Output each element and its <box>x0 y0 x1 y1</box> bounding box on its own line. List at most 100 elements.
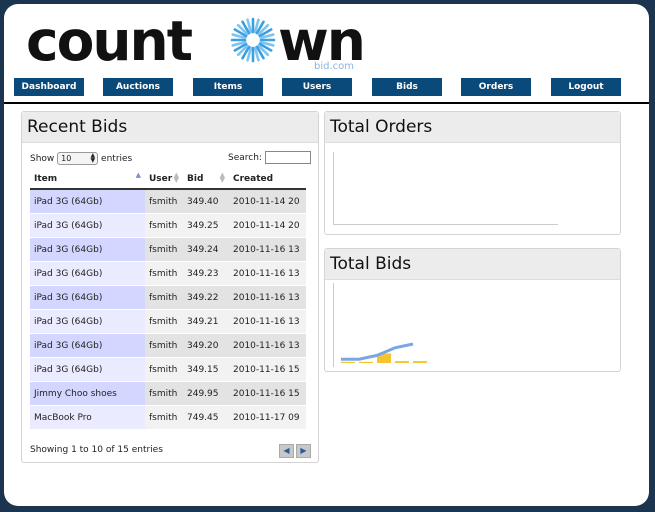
cell-bid: 349.20 <box>183 334 229 358</box>
next-page-button[interactable]: ▶ <box>296 444 311 458</box>
cell-bid: 349.40 <box>183 190 229 214</box>
total-orders-title: Total Orders <box>325 112 620 143</box>
table-row[interactable]: iPad 3G (64Gb) fsmith 349.15 2010-11-16 15 <box>30 358 306 382</box>
cell-bid: 349.15 <box>183 358 229 382</box>
nav-orders[interactable]: Orders <box>461 78 531 96</box>
bids-chart <box>333 283 427 367</box>
cell-created: 2010-11-14 20 <box>229 190 306 214</box>
column-label: User <box>149 174 173 184</box>
nav-auctions[interactable]: Auctions <box>103 78 173 96</box>
sort-icon: ▲ ▼ <box>219 171 225 184</box>
bids-line <box>341 342 414 361</box>
cell-created: 2010-11-16 15 <box>229 382 306 406</box>
column-header-user[interactable]: User ▲ ▼ <box>145 170 183 190</box>
column-label: Item <box>34 174 58 184</box>
cell-user: fsmith <box>145 238 183 262</box>
table-row[interactable]: iPad 3G (64Gb) fsmith 349.20 2010-11-16 13 <box>30 334 306 358</box>
nav-bids[interactable]: Bids <box>372 78 442 96</box>
entries-label: entries <box>101 154 133 164</box>
bids-bar <box>395 361 409 363</box>
cell-created: 2010-11-16 15 <box>229 358 306 382</box>
cell-created: 2010-11-16 13 <box>229 262 306 286</box>
select-arrows-icon: ▲ ▼ <box>90 152 96 164</box>
show-label: Show <box>30 154 55 164</box>
nav-logout[interactable]: Logout <box>551 78 621 96</box>
cell-created: 2010-11-16 13 <box>229 238 306 262</box>
cell-item: iPad 3G (64Gb) <box>30 286 145 310</box>
cell-user: fsmith <box>145 214 183 238</box>
table-row[interactable]: iPad 3G (64Gb) fsmith 349.25 2010-11-14 20 <box>30 214 306 238</box>
cell-created: 2010-11-16 13 <box>229 310 306 334</box>
cell-item: iPad 3G (64Gb) <box>30 214 145 238</box>
table-row[interactable]: iPad 3G (64Gb) fsmith 349.22 2010-11-16 13 <box>30 286 306 310</box>
cell-item: iPad 3G (64Gb) <box>30 190 145 214</box>
prev-arrow-icon: ◀ <box>283 446 290 455</box>
total-orders-panel: Total Orders <box>324 111 621 235</box>
column-label: Created <box>233 174 274 184</box>
cell-item: Jimmy Choo shoes <box>30 382 145 406</box>
cell-user: fsmith <box>145 406 183 430</box>
table-row[interactable]: iPad 3G (64Gb) fsmith 349.23 2010-11-16 13 <box>30 262 306 286</box>
sunburst-logo-icon <box>230 17 276 63</box>
bids-table: Item ▲ User ▲ ▼ Bid ▲ ▼ Created iPad 3G (64Gb… <box>30 170 306 430</box>
cell-user: fsmith <box>145 286 183 310</box>
column-header-created[interactable]: Created <box>229 170 306 190</box>
sort-asc-icon: ▲ <box>135 171 141 179</box>
search-label: Search: <box>228 153 262 163</box>
entries-select[interactable]: 10 ▲ ▼ <box>57 152 99 165</box>
cell-created: 2010-11-17 09 <box>229 406 306 430</box>
cell-user: fsmith <box>145 190 183 214</box>
cell-bid: 349.21 <box>183 310 229 334</box>
cell-item: iPad 3G (64Gb) <box>30 334 145 358</box>
nav-users[interactable]: Users <box>282 78 352 96</box>
entries-select-value: 10 <box>61 154 72 163</box>
cell-item: MacBook Pro <box>30 406 145 430</box>
table-row[interactable]: MacBook Pro fsmith 749.45 2010-11-17 09 <box>30 406 306 430</box>
bids-bar <box>359 361 373 363</box>
sort-icon: ▲ ▼ <box>173 171 179 184</box>
table-row[interactable]: iPad 3G (64Gb) fsmith 349.21 2010-11-16 13 <box>30 310 306 334</box>
cell-bid: 249.95 <box>183 382 229 406</box>
cell-bid: 349.24 <box>183 238 229 262</box>
nav-dashboard[interactable]: Dashboard <box>14 78 84 96</box>
logo-subtitle: bid.com <box>314 61 355 72</box>
cell-item: iPad 3G (64Gb) <box>30 262 145 286</box>
cell-bid: 349.25 <box>183 214 229 238</box>
cell-user: fsmith <box>145 334 183 358</box>
recent-bids-title: Recent Bids <box>22 112 318 143</box>
table-row[interactable]: iPad 3G (64Gb) fsmith 349.40 2010-11-14 20 <box>30 190 306 214</box>
cell-item: iPad 3G (64Gb) <box>30 358 145 382</box>
search-control: Search: <box>228 151 311 164</box>
length-control: Show 10 ▲ ▼ entries <box>30 152 132 165</box>
table-row[interactable]: Jimmy Choo shoes fsmith 249.95 2010-11-16 1… <box>30 382 306 406</box>
bids-bar <box>413 361 427 363</box>
column-header-bid[interactable]: Bid ▲ ▼ <box>183 170 229 190</box>
app-window: count wn bid.com Dashboard Auctions Item… <box>4 4 649 506</box>
cell-bid: 349.22 <box>183 286 229 310</box>
cell-user: fsmith <box>145 310 183 334</box>
prev-page-button[interactable]: ◀ <box>279 444 294 458</box>
cell-bid: 749.45 <box>183 406 229 430</box>
cell-bid: 349.23 <box>183 262 229 286</box>
search-input[interactable] <box>264 151 311 164</box>
table-info: Showing 1 to 10 of 15 entries <box>30 445 163 455</box>
column-label: Bid <box>187 174 204 184</box>
cell-user: fsmith <box>145 262 183 286</box>
cell-created: 2010-11-14 20 <box>229 214 306 238</box>
orders-chart-area <box>333 152 558 225</box>
main-navigation: Dashboard Auctions Items Users Bids Orde… <box>4 78 649 104</box>
cell-item: iPad 3G (64Gb) <box>30 238 145 262</box>
next-arrow-icon: ▶ <box>300 446 307 455</box>
table-header-row: Item ▲ User ▲ ▼ Bid ▲ ▼ Created <box>30 170 306 190</box>
table-row[interactable]: iPad 3G (64Gb) fsmith 349.24 2010-11-16 13 <box>30 238 306 262</box>
cell-user: fsmith <box>145 358 183 382</box>
nav-items[interactable]: Items <box>193 78 263 96</box>
cell-user: fsmith <box>145 382 183 406</box>
total-bids-panel: Total Bids <box>324 248 621 372</box>
column-header-item[interactable]: Item ▲ <box>30 170 145 190</box>
cell-item: iPad 3G (64Gb) <box>30 310 145 334</box>
cell-created: 2010-11-16 13 <box>229 286 306 310</box>
cell-created: 2010-11-16 13 <box>229 334 306 358</box>
bids-bar <box>341 361 355 363</box>
logo-text-left: count <box>26 9 193 73</box>
